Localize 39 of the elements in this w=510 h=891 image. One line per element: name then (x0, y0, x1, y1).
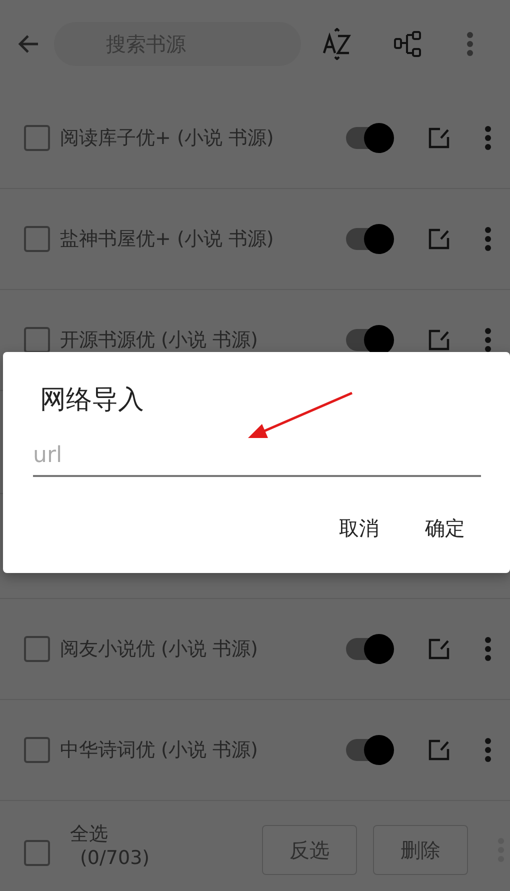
source-row[interactable]: 盐神书屋优+ (小说 书源) (0, 189, 510, 290)
enable-switch[interactable] (344, 634, 394, 664)
back-arrow-icon (17, 34, 39, 54)
more-icon (485, 738, 491, 762)
invert-selection-button[interactable]: 反选 (262, 825, 357, 875)
more-icon (485, 126, 491, 150)
sort-az-icon (322, 28, 352, 60)
confirm-button[interactable]: 确定 (409, 507, 481, 550)
source-name: 阅读库子优+ (小说 书源) (60, 128, 275, 148)
enable-switch[interactable] (344, 735, 394, 765)
checkbox[interactable] (24, 737, 50, 763)
delete-button[interactable]: 删除 (372, 825, 468, 875)
enable-switch[interactable] (344, 325, 394, 355)
more-icon (467, 32, 473, 56)
source-row[interactable]: 中华诗词优 (小说 书源) (0, 700, 510, 801)
select-all-label: 全选 (70, 822, 109, 846)
source-row[interactable]: 阅友小说优 (小说 书源) (0, 599, 510, 700)
edit-icon (428, 329, 450, 351)
enable-switch[interactable] (344, 123, 394, 153)
selection-count: (0/703) (80, 846, 150, 870)
source-name: 中华诗词优 (小说 书源) (60, 740, 259, 760)
more-icon (485, 637, 491, 661)
edit-icon (428, 739, 450, 761)
source-row[interactable]: 阅读库子优+ (小说 书源) (0, 88, 510, 189)
edit-icon (428, 228, 450, 250)
select-all-checkbox[interactable] (24, 840, 50, 866)
checkbox[interactable] (24, 226, 50, 252)
more-icon (485, 227, 491, 251)
edit-icon (428, 638, 450, 660)
source-name: 开源书源优 (小说 书源) (60, 330, 259, 350)
more-icon (485, 328, 491, 352)
cancel-button[interactable]: 取消 (323, 507, 395, 550)
source-name: 盐神书屋优+ (小说 书源) (60, 228, 275, 250)
checkbox[interactable] (24, 636, 50, 662)
enable-switch[interactable] (344, 224, 394, 254)
edit-icon (428, 127, 450, 149)
source-name: 阅友小说优 (小说 书源) (60, 638, 259, 660)
node-tree-icon (394, 30, 422, 58)
checkbox[interactable] (24, 125, 50, 151)
